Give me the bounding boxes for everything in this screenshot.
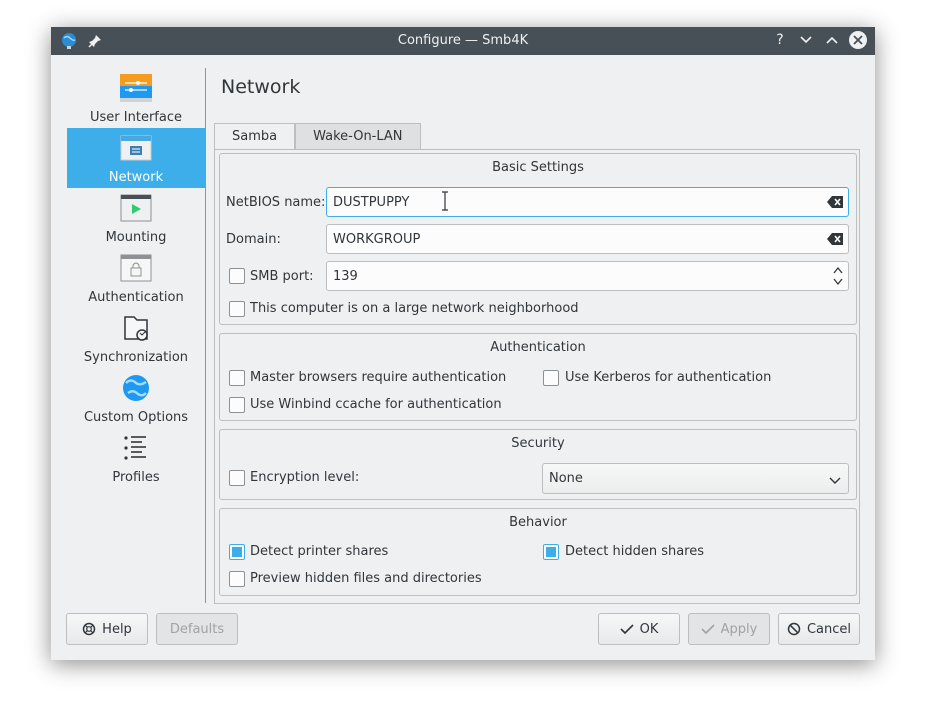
samba-tab-panel: Basic Settings NetBIOS name: DUSTPUPPY D…: [214, 149, 860, 604]
sidebar-item-profiles[interactable]: Profiles: [67, 428, 205, 488]
encryption-level-label: Encryption level:: [250, 470, 360, 485]
chevron-down-icon: [829, 474, 841, 484]
kerberos-auth-checkbox[interactable]: [543, 370, 559, 386]
user-interface-icon: [120, 74, 152, 102]
detect-hidden-shares-label: Detect hidden shares: [565, 544, 705, 559]
sidebar-item-label: Synchronization: [83, 350, 189, 365]
sidebar-item-network[interactable]: Network: [67, 128, 205, 188]
sidebar-item-label: Mounting: [105, 230, 167, 245]
checkmark-icon: [701, 622, 715, 636]
sidebar-item-authentication[interactable]: Authentication: [67, 248, 205, 308]
master-browsers-auth-label: Master browsers require authentication: [250, 370, 507, 385]
tab-wake-on-lan[interactable]: Wake-On-LAN: [295, 123, 421, 150]
clear-text-icon[interactable]: [827, 196, 843, 208]
tab-samba[interactable]: Samba: [214, 123, 296, 150]
domain-label: Domain:: [226, 232, 281, 247]
custom-options-icon: [120, 374, 152, 402]
configure-window: Configure — Smb4K ? User Interface Netwo…: [51, 27, 875, 660]
authentication-group: Authentication Master browsers require a…: [219, 333, 857, 421]
maximize-icon[interactable]: [823, 31, 841, 49]
sidebar-item-user-interface[interactable]: User Interface: [67, 68, 205, 128]
close-icon[interactable]: [849, 31, 867, 49]
domain-input[interactable]: WORKGROUP: [326, 224, 849, 254]
ok-button[interactable]: OK: [598, 613, 680, 645]
clear-text-icon[interactable]: [827, 233, 843, 245]
basic-settings-group: Basic Settings NetBIOS name: DUSTPUPPY D…: [219, 153, 857, 325]
netbios-name-input[interactable]: DUSTPUPPY: [326, 187, 849, 217]
titlebar-controls: ?: [771, 31, 867, 49]
winbind-ccache-label: Use Winbind ccache for authentication: [250, 397, 502, 412]
sidebar-item-label: Custom Options: [83, 410, 189, 425]
detect-printer-shares-checkbox[interactable]: [229, 544, 245, 560]
sidebar-separator: [205, 68, 206, 603]
group-title: Basic Settings: [492, 160, 584, 175]
cancel-button-label: Cancel: [806, 621, 852, 637]
domain-value: WORKGROUP: [333, 232, 421, 247]
winbind-ccache-checkbox[interactable]: [229, 397, 245, 413]
smb-port-label: SMB port:: [250, 269, 314, 284]
ok-button-label: OK: [639, 621, 659, 637]
large-network-label: This computer is on a large network neig…: [250, 301, 579, 316]
master-browsers-auth-checkbox[interactable]: [229, 370, 245, 386]
synchronization-icon: [120, 314, 152, 342]
detect-printer-shares-label: Detect printer shares: [250, 544, 389, 559]
window-title: Configure — Smb4K: [397, 33, 529, 48]
help-button-label: Help: [102, 621, 132, 637]
behavior-group: Behavior Detect printer shares Detect hi…: [219, 508, 857, 596]
minimize-icon[interactable]: [797, 31, 815, 49]
group-title: Authentication: [490, 340, 586, 355]
mounting-icon: [120, 194, 152, 222]
sidebar-item-label: Network: [108, 170, 164, 185]
encryption-level-checkbox[interactable]: [229, 470, 245, 486]
help-button[interactable]: Help: [66, 613, 148, 645]
sidebar-item-label: Authentication: [88, 290, 184, 305]
spin-arrows-icon[interactable]: [832, 265, 844, 287]
sidebar: User Interface Network Mounting Authenti…: [67, 68, 205, 605]
cancel-button[interactable]: Cancel: [778, 613, 860, 645]
sidebar-item-custom-options[interactable]: Custom Options: [67, 368, 205, 428]
group-title: Behavior: [509, 515, 567, 530]
network-icon: [120, 134, 152, 162]
cancel-icon: [787, 622, 801, 636]
text-cursor-icon: [442, 191, 448, 211]
smb-port-spinbox[interactable]: 139: [326, 261, 849, 291]
encryption-level-value: None: [549, 471, 583, 486]
defaults-button-label: Defaults: [169, 621, 225, 637]
defaults-button[interactable]: Defaults: [156, 613, 238, 645]
help-lifebuoy-icon: [82, 622, 96, 636]
group-title: Security: [511, 436, 565, 451]
security-group: Security Encryption level: None: [219, 429, 857, 500]
smb-port-checkbox[interactable]: [229, 268, 245, 284]
smb-port-value: 139: [333, 269, 358, 284]
netbios-name-label: NetBIOS name:: [226, 195, 326, 210]
checkmark-icon: [620, 622, 634, 636]
netbios-name-value: DUSTPUPPY: [333, 195, 410, 210]
sidebar-item-mounting[interactable]: Mounting: [67, 188, 205, 248]
profiles-icon: [120, 434, 152, 462]
apply-button[interactable]: Apply: [688, 613, 770, 645]
kerberos-auth-label: Use Kerberos for authentication: [565, 370, 772, 385]
encryption-level-combo[interactable]: None: [542, 463, 849, 494]
preview-hidden-files-checkbox[interactable]: [229, 571, 245, 587]
help-question-icon[interactable]: ?: [771, 31, 789, 49]
page-title: Network: [221, 76, 301, 98]
large-network-checkbox[interactable]: [229, 301, 245, 317]
detect-hidden-shares-checkbox[interactable]: [543, 544, 559, 560]
apply-button-label: Apply: [720, 621, 758, 637]
sidebar-item-label: User Interface: [90, 110, 182, 125]
sidebar-item-synchronization[interactable]: Synchronization: [67, 308, 205, 368]
authentication-icon: [120, 254, 152, 282]
titlebar[interactable]: Configure — Smb4K ?: [51, 27, 875, 55]
sidebar-item-label: Profiles: [112, 470, 160, 485]
preview-hidden-files-label: Preview hidden files and directories: [250, 571, 482, 586]
tab-bar: Samba Wake-On-LAN: [214, 123, 421, 150]
